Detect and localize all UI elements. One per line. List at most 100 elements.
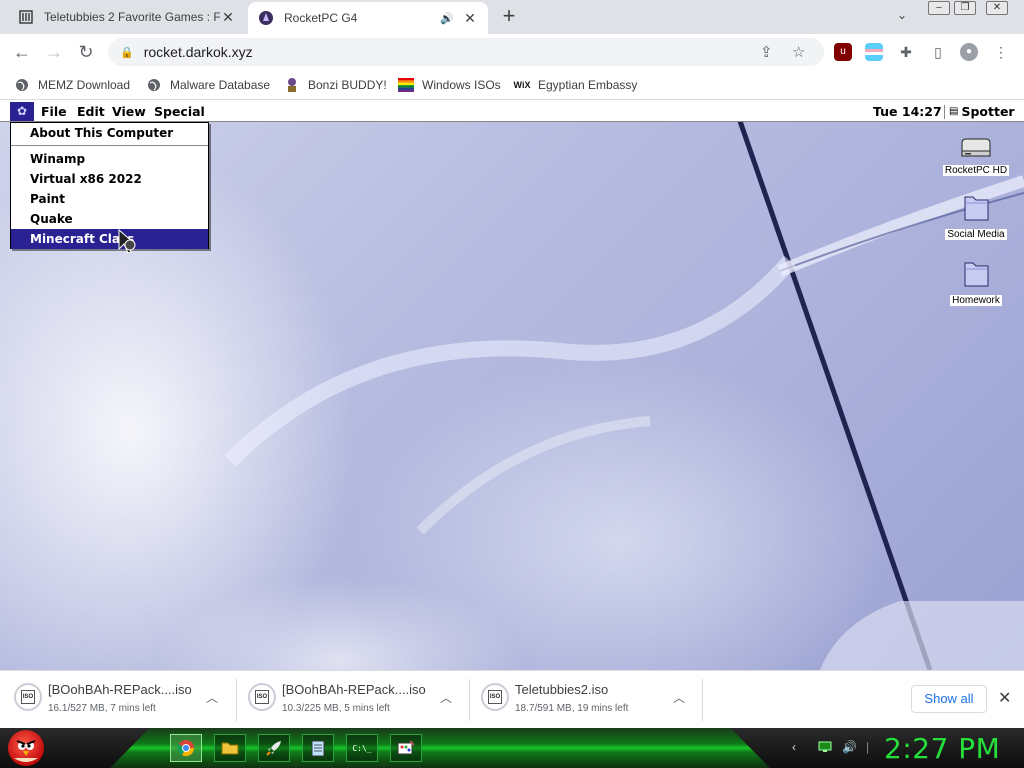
volume-icon[interactable]: 🔊 [842, 740, 857, 754]
tab-title: RocketPC G4 [284, 11, 358, 25]
apple-menu-icon[interactable]: ✿ [10, 102, 34, 121]
menu-item-about[interactable]: About This Computer [11, 123, 208, 143]
download-filename: [BOohBAh-REPack....iso [48, 682, 192, 697]
iso-file-icon: ISO [21, 690, 35, 704]
download-item[interactable]: ISO [BOohBAh-REPack....iso 10.3/225 MB, … [248, 679, 458, 721]
url-text: rocket.darkok.xyz [143, 44, 253, 60]
folder-icon[interactable] [214, 734, 246, 762]
back-arrow-icon[interactable]: ← [10, 40, 34, 64]
hard-drive-icon [961, 138, 991, 157]
menu-edit[interactable]: Edit [77, 104, 105, 119]
app-switcher-label: Spotter [961, 104, 1015, 119]
bookmark-star-icon[interactable]: ☆ [792, 43, 805, 61]
bookmark-label: MEMZ Download [38, 78, 131, 92]
download-status: 16.1/527 MB, 7 mins left [48, 703, 156, 714]
bookmark-egyptian-embassy[interactable]: WiX Egyptian Embassy [513, 76, 638, 94]
chevron-up-icon[interactable]: ︿ [206, 689, 218, 706]
reload-icon[interactable]: ↻ [74, 40, 98, 64]
start-button-angry-bird-icon[interactable] [8, 730, 44, 766]
close-window-button[interactable]: ✕ [986, 1, 1008, 15]
speaker-icon[interactable]: 🔊 [440, 12, 456, 25]
tab-teletubbies[interactable]: Teletubbies 2 Favorite Games : Fr ✕ [8, 0, 246, 34]
menubar-divider [944, 104, 945, 119]
download-filename: Teletubbies2.iso [515, 682, 609, 697]
minimize-button[interactable]: – [928, 1, 950, 15]
folder-icon [964, 196, 989, 221]
bookmark-label: Egyptian Embassy [538, 78, 638, 92]
download-status: 18.7/591 MB, 19 mins left [515, 703, 629, 714]
new-tab-button[interactable]: + [498, 5, 520, 27]
kebab-menu-icon[interactable]: ⋮ [992, 43, 1010, 61]
chevron-up-icon[interactable]: ︿ [440, 689, 452, 706]
tab-rocketpc[interactable]: RocketPC G4 🔊 ✕ [248, 2, 488, 34]
rocket-icon[interactable] [258, 734, 290, 762]
taskbar-clock[interactable]: 2:27 PM [884, 732, 1000, 765]
close-icon[interactable]: ✕ [998, 688, 1011, 708]
wix-icon: WiX [513, 80, 531, 90]
menu-item-minecraft-classic[interactable]: Minecraft Class [11, 229, 208, 249]
menu-special[interactable]: Special [154, 104, 205, 119]
menu-view[interactable]: View [112, 104, 146, 119]
terminal-icon[interactable]: C:\_ [346, 734, 378, 762]
mac-menu-bar: ✿ File Edit View Special Tue 14:27 ▤ Spo… [0, 101, 1024, 122]
network-icon[interactable] [818, 741, 832, 756]
share-icon[interactable]: ⇪ [760, 43, 773, 61]
desktop-icon-social-media[interactable]: Social Media [936, 191, 1016, 240]
download-shelf: ISO [BOohBAh-REPack....iso 16.1/527 MB, … [0, 670, 1024, 728]
tab-strip: Teletubbies 2 Favorite Games : Fr ✕ Rock… [0, 0, 1024, 34]
bookmark-memz[interactable]: MEMZ Download [14, 76, 130, 94]
wait-cursor-icon [118, 229, 136, 254]
forward-arrow-icon[interactable]: → [42, 40, 66, 64]
bookmark-windows-isos[interactable]: Windows ISOs [398, 76, 501, 94]
menu-item-virtual-x86[interactable]: Virtual x86 2022 [11, 169, 208, 189]
tab-search-chevron-icon[interactable]: ⌄ [897, 8, 907, 22]
rocketpc-desktop[interactable]: ✿ File Edit View Special Tue 14:27 ▤ Spo… [0, 101, 1024, 670]
flag-extension-icon[interactable] [865, 43, 883, 61]
download-item[interactable]: ISO Teletubbies2.iso 18.7/591 MB, 19 min… [481, 679, 691, 721]
browser-toolbar: ← → ↻ 🔒 rocket.darkok.xyz ⇪ ☆ u ✚ ▯ ● ⋮ [0, 34, 1024, 70]
menu-divider [11, 145, 208, 146]
profile-avatar-icon[interactable]: ● [960, 43, 978, 61]
apple-menu-dropdown: About This Computer Winamp Virtual x86 2… [10, 122, 209, 249]
tab-close-icon[interactable]: ✕ [220, 9, 236, 26]
bookmark-malware-db[interactable]: Malware Database [146, 76, 270, 94]
download-divider [702, 679, 703, 721]
menu-item-paint[interactable]: Paint [11, 189, 208, 209]
menu-file[interactable]: File [41, 104, 67, 119]
address-bar[interactable]: 🔒 rocket.darkok.xyz ⇪ ☆ [108, 38, 824, 66]
tab-close-icon[interactable]: ✕ [462, 10, 478, 27]
menu-item-winamp[interactable]: Winamp [11, 149, 208, 169]
desktop-icon-hd[interactable]: RocketPC HD [936, 137, 1016, 176]
desktop-icon-homework[interactable]: Homework [936, 257, 1016, 306]
taskbar-glow [110, 728, 770, 768]
download-item[interactable]: ISO [BOohBAh-REPack....iso 16.1/527 MB, … [14, 679, 224, 721]
folder-icon [964, 262, 989, 287]
show-all-button[interactable]: Show all [911, 685, 987, 713]
tab-title: Teletubbies 2 Favorite Games : Fr [44, 10, 220, 24]
bookmarks-bar: MEMZ Download Malware Database Bonzi BUD… [0, 70, 1024, 100]
rocketpc-icon [258, 10, 274, 26]
desktop-icon-label: RocketPC HD [942, 165, 1010, 176]
menu-item-quake[interactable]: Quake [11, 209, 208, 229]
chrome-icon[interactable] [170, 734, 202, 762]
iso-file-icon: ISO [488, 690, 502, 704]
restore-button[interactable]: ❐ [954, 1, 976, 15]
paint-icon[interactable] [390, 734, 422, 762]
chevron-up-icon[interactable]: ︿ [673, 689, 685, 706]
tray-chevron-icon[interactable]: ‹ [792, 740, 796, 754]
notepad-icon[interactable] [302, 734, 334, 762]
ublock-icon[interactable]: u [834, 43, 852, 61]
bookmark-bonzi[interactable]: Bonzi BUDDY! [284, 76, 387, 94]
menubar-clock[interactable]: Tue 14:27 [873, 104, 942, 119]
download-filename: [BOohBAh-REPack....iso [282, 682, 426, 697]
lock-icon[interactable]: 🔒 [120, 46, 134, 59]
app-switcher[interactable]: ▤ Spotter [944, 104, 1015, 119]
extensions-puzzle-icon[interactable]: ✚ [897, 43, 915, 61]
side-panel-icon[interactable]: ▯ [929, 43, 947, 61]
library-icon [18, 9, 34, 25]
download-status: 10.3/225 MB, 5 mins left [282, 703, 390, 714]
rainbow-flag-icon [398, 77, 414, 93]
bookmark-label: Bonzi BUDDY! [308, 78, 387, 92]
globe-icon [14, 77, 30, 93]
tray-divider: | [866, 740, 870, 754]
